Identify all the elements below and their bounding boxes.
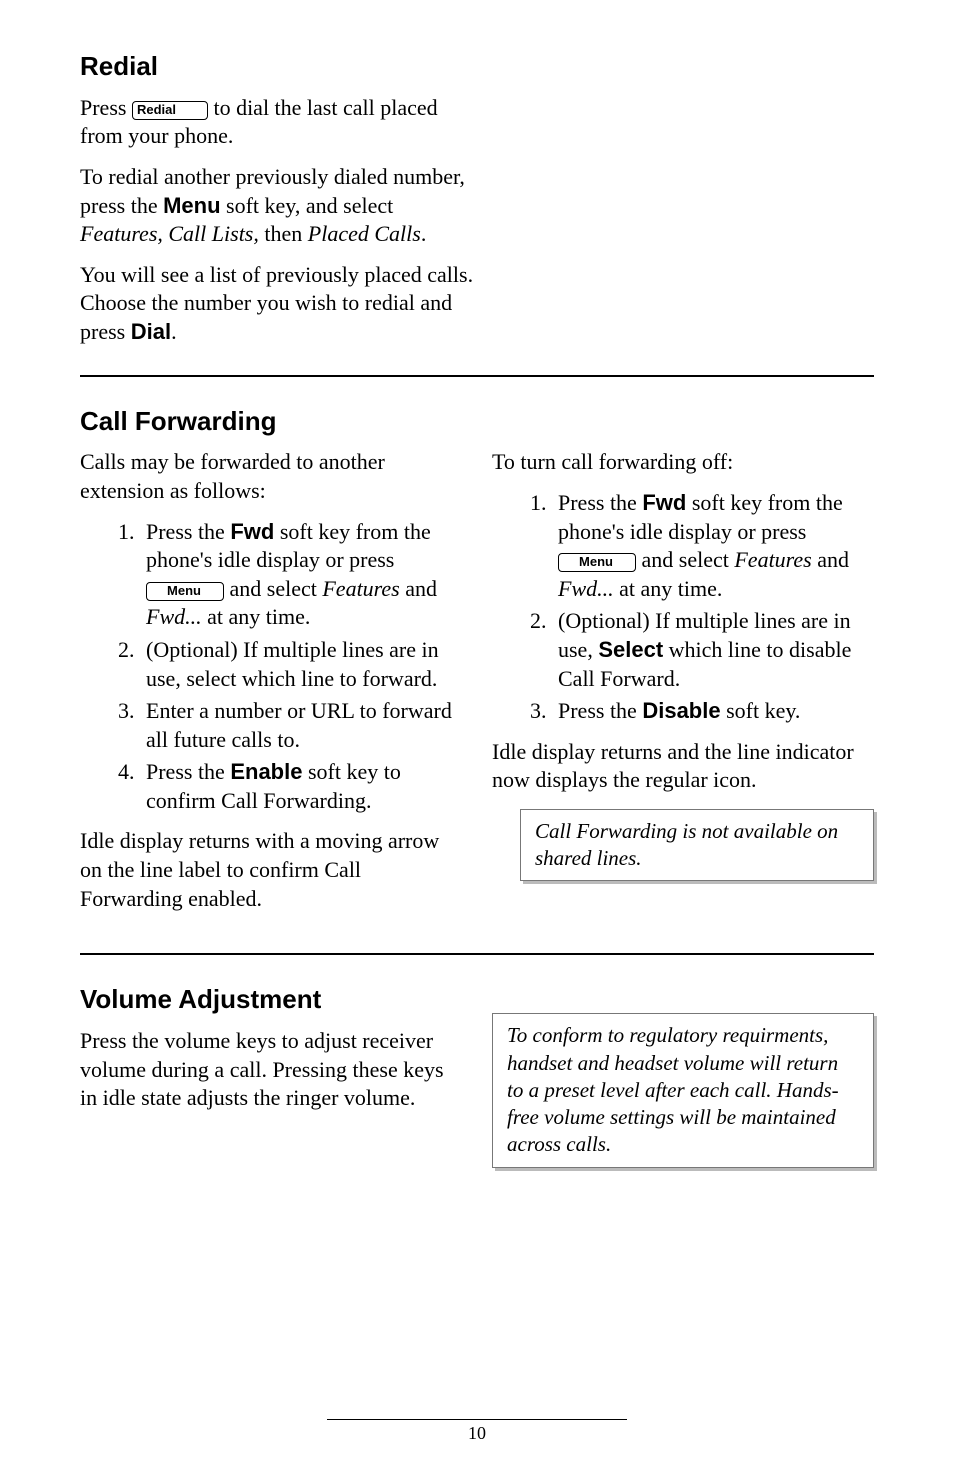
redial-p1: Press Redial to dial the last call place… [80,94,480,151]
page-footer: 10 [0,1419,954,1445]
text: and [812,547,849,572]
list-item: Press the Fwd soft key from the phone's … [140,518,462,632]
callfwd-on-steps: Press the Fwd soft key from the phone's … [80,518,462,816]
callfwd-intro: Calls may be forwarded to another extens… [80,448,462,505]
callfwd-idle-off: Idle display returns and the line indica… [492,738,874,795]
list-item: (Optional) If multiple lines are in use,… [140,636,462,693]
fwd-softkey-label: Fwd [642,490,686,515]
text-italic: Placed Calls [308,221,421,246]
disable-softkey-label: Disable [642,698,720,723]
callfwd-note-box: Call Forwarding is not available on shar… [520,809,874,882]
section-divider [80,953,874,955]
call-fwd-left-col: Calls may be forwarded to another extens… [80,448,462,925]
text: Press the [558,490,642,515]
text: and [400,576,437,601]
list-item: Enter a number or URL to forward all fut… [140,697,462,754]
volume-note-box: To conform to regulatory requirments, ha… [492,1013,874,1167]
text: and select [224,576,322,601]
list-item: Press the Disable soft key. [552,697,874,726]
text: at any time. [202,604,311,629]
volume-p1: Press the volume keys to adjust receiver… [80,1027,462,1113]
menu-button-icon: Menu [558,553,636,572]
callfwd-idle-on: Idle display returns with a moving arrow… [80,827,462,913]
redial-heading: Redial [80,50,874,84]
text-italic: Features, Call Lists, [80,221,259,246]
call-forwarding-heading: Call Forwarding [80,405,874,439]
dial-softkey-label: Dial [131,319,171,344]
text: soft key. [721,698,801,723]
call-fwd-right-col: To turn call forwarding off: Press the F… [492,448,874,925]
redial-section: Redial Press Redial to dial the last cal… [80,50,874,347]
text-italic: Features [734,547,811,572]
text: . [171,319,177,344]
redial-p2: To redial another previously dialed numb… [80,163,480,249]
list-item: Press the Fwd soft key from the phone's … [552,489,874,603]
text: then [259,221,308,246]
enable-softkey-label: Enable [230,759,302,784]
callfwd-off-steps: Press the Fwd soft key from the phone's … [492,489,874,726]
callfwd-off-intro: To turn call forwarding off: [492,448,874,477]
text: . [421,221,427,246]
text: Press the [146,759,230,784]
text: soft key, and select [221,193,394,218]
volume-heading: Volume Adjustment [80,983,462,1017]
redial-button-icon: Redial [132,101,208,120]
page-number: 10 [468,1423,486,1443]
menu-softkey-label: Menu [163,193,220,218]
text: at any time. [614,576,723,601]
volume-left-col: Volume Adjustment Press the volume keys … [80,983,462,1125]
fwd-softkey-label: Fwd [230,519,274,544]
call-forwarding-section: Call Forwarding Calls may be forwarded t… [80,405,874,926]
text: and select [636,547,734,572]
text-italic: Fwd... [558,576,614,601]
text-italic: Fwd... [146,604,202,629]
page-content: Redial Press Redial to dial the last cal… [80,50,874,1168]
text-italic: Features [322,576,399,601]
volume-right-col: To conform to regulatory requirments, ha… [492,983,874,1167]
list-item: Press the Enable soft key to confirm Cal… [140,758,462,815]
select-softkey-label: Select [598,637,663,662]
menu-button-icon: Menu [146,582,224,601]
text: Press the [146,519,230,544]
redial-p3: You will see a list of previously placed… [80,261,480,347]
volume-section: Volume Adjustment Press the volume keys … [80,983,874,1167]
text: Press the [558,698,642,723]
list-item: (Optional) If multiple lines are in use,… [552,607,874,693]
footer-rule [327,1419,627,1420]
text: Press [80,95,132,120]
section-divider [80,375,874,377]
